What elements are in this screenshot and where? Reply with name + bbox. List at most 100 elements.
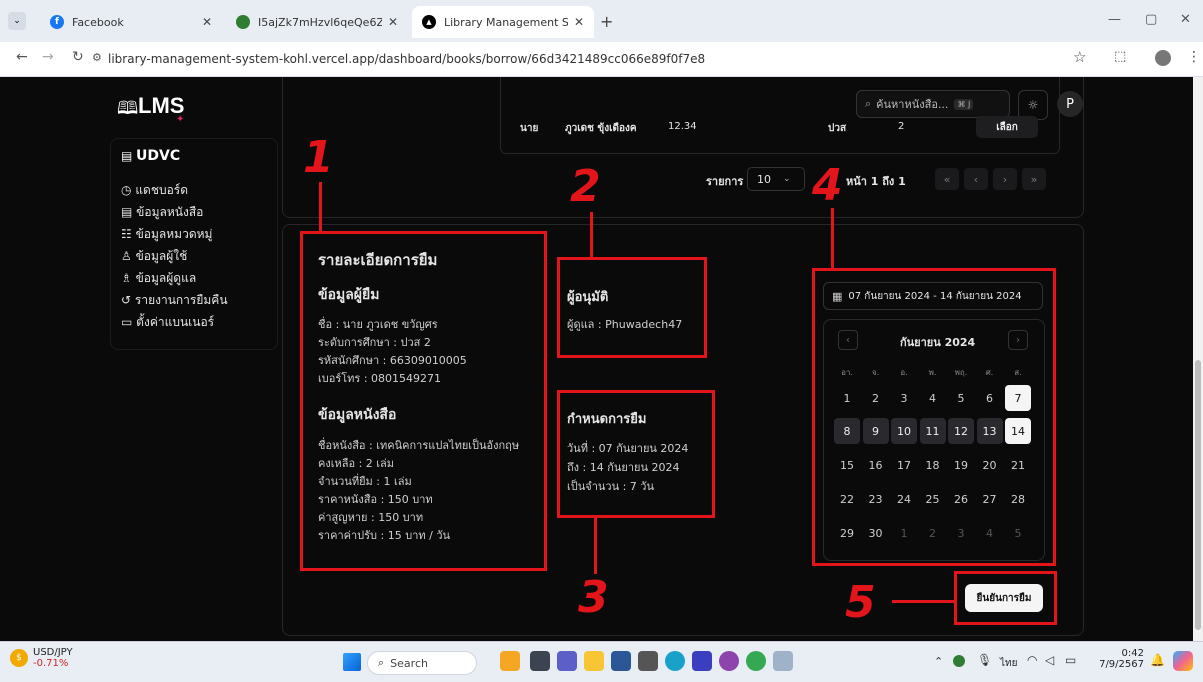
- sidebar-item-users[interactable]: ♙ ข้อมูลผู้ใช้: [121, 247, 187, 266]
- table-cell: ภูวเดช ขุ้งเดืองค: [565, 123, 637, 134]
- book-icon: ▤: [121, 205, 133, 219]
- user-icon: ♙: [121, 249, 132, 263]
- table-cell: นาย: [520, 123, 539, 134]
- browser-menu-icon[interactable]: ⋮: [1187, 49, 1201, 65]
- ticker-widget[interactable]: $ USD/JPY -0.71%: [10, 647, 73, 669]
- table-cell: 12.34: [668, 121, 697, 132]
- sidebar-item-report[interactable]: ↺ รายงานการยืมคืน: [121, 291, 228, 310]
- sidebar-item-label: ข้อมูลผู้ดูแล: [135, 271, 197, 285]
- battery-icon[interactable]: ▭: [1065, 653, 1076, 667]
- annotation-line-5: [892, 600, 955, 603]
- sidebar-item-label: ข้อมูลหนังสือ: [136, 205, 204, 219]
- clock-icon: ◷: [121, 183, 132, 197]
- sidebar-item-label: ข้อมูลหมวดหมู่: [135, 227, 213, 241]
- annotation-number-1: 1: [303, 132, 334, 183]
- extensions-icon[interactable]: ⬚: [1114, 49, 1126, 64]
- back-icon[interactable]: ←: [16, 49, 28, 65]
- sidebar-item-label: ข้อมูลผู้ใช้: [135, 249, 188, 263]
- volume-icon[interactable]: ◁: [1045, 653, 1054, 667]
- browser-tab-bar: ⌄ f Facebook ✕ I5ajZk7mHzvl6qeQe6ZbEo3Rb…: [0, 0, 1203, 42]
- sidebar-item-label: รายงานการยืมคืน: [134, 293, 228, 307]
- page-scrollbar-thumb[interactable]: [1195, 360, 1201, 630]
- ticker-icon: $: [10, 649, 28, 667]
- app-icon-3[interactable]: [773, 651, 793, 671]
- annotation-number-5: 5: [845, 577, 876, 628]
- app-icon-2[interactable]: [719, 651, 739, 671]
- search-icon: ⌕: [378, 656, 385, 669]
- close-window-icon[interactable]: ✕: [1180, 12, 1191, 27]
- tab-facebook[interactable]: f Facebook ✕: [40, 6, 222, 38]
- forward-icon[interactable]: →: [42, 49, 54, 65]
- last-page-button[interactable]: »: [1022, 168, 1046, 190]
- minimize-icon[interactable]: —: [1108, 12, 1121, 27]
- tray-app-icon[interactable]: [953, 655, 965, 667]
- wifi-icon[interactable]: ◠: [1027, 653, 1037, 667]
- bookmark-star-icon[interactable]: ☆: [1073, 48, 1086, 66]
- chat-icon[interactable]: [557, 651, 577, 671]
- table-cell: ปวส: [828, 123, 847, 134]
- start-button[interactable]: [343, 653, 361, 671]
- close-tab-icon[interactable]: ✕: [388, 15, 398, 29]
- users-icon: ♗: [121, 271, 132, 285]
- annotation-box-1: [300, 231, 547, 571]
- annotation-number-2: 2: [570, 161, 601, 212]
- new-tab-button[interactable]: +: [600, 12, 613, 31]
- table-cell: 2: [898, 121, 905, 132]
- sidebar-item-books[interactable]: ▤ ข้อมูลหนังสือ: [121, 203, 203, 222]
- rows-per-page-select[interactable]: 10 ⌄: [747, 167, 805, 191]
- sidebar-item-label: ตั้งค่าแบนเนอร์: [136, 315, 215, 329]
- sidebar-item-categories[interactable]: ☷ ข้อมูลหมวดหมู่: [121, 225, 212, 244]
- input-language[interactable]: ไทย: [1000, 656, 1017, 671]
- app-icon[interactable]: [638, 651, 658, 671]
- chevron-down-icon: ⌄: [783, 174, 791, 184]
- org-icon: ▤: [121, 149, 133, 163]
- clock-widget[interactable]: 0:42 7/9/2567: [1090, 648, 1144, 670]
- site-info-icon[interactable]: ⚙: [92, 51, 102, 64]
- select-row-button[interactable]: เลือก: [976, 116, 1038, 138]
- clock-date: 7/9/2567: [1099, 659, 1144, 670]
- reload-icon[interactable]: ↻: [72, 49, 84, 65]
- annotation-line-1: [319, 182, 322, 232]
- users-table: [500, 77, 1060, 154]
- widgets-icon[interactable]: [500, 651, 520, 671]
- tray-chevron-icon[interactable]: ⌃: [934, 655, 943, 668]
- category-icon: ☷: [121, 227, 132, 241]
- maximize-icon[interactable]: ▢: [1145, 12, 1157, 27]
- annotation-box-2: [557, 257, 707, 358]
- logo-sparkle-icon: ✦: [176, 114, 185, 125]
- copilot-icon[interactable]: [1173, 651, 1193, 671]
- sidebar-org: UDVC: [136, 148, 181, 164]
- sidebar-item-banner[interactable]: ▭ ตั้งค่าแบนเนอร์: [121, 313, 214, 332]
- tab-token[interactable]: I5ajZk7mHzvl6qeQe6ZbEo3RbF ✕: [226, 6, 408, 38]
- rows-per-page-value: 10: [757, 172, 771, 186]
- close-tab-icon[interactable]: ✕: [202, 15, 212, 29]
- notification-bell-icon[interactable]: 🔔: [1150, 653, 1165, 667]
- microphone-icon[interactable]: 🎙: [977, 653, 992, 667]
- prev-page-button[interactable]: ‹: [964, 168, 988, 190]
- banner-icon: ▭: [121, 315, 133, 329]
- tab-library[interactable]: ▲ Library Management System ✕: [412, 6, 594, 38]
- file-explorer-icon[interactable]: [584, 651, 604, 671]
- annotation-line-3: [594, 518, 597, 574]
- store-icon[interactable]: [611, 651, 631, 671]
- task-view-icon[interactable]: [530, 651, 550, 671]
- profile-avatar[interactable]: [1155, 50, 1171, 66]
- edge-icon[interactable]: [665, 651, 685, 671]
- taskbar-search-label: Search: [390, 656, 428, 670]
- close-tab-icon[interactable]: ✕: [574, 15, 584, 29]
- url-field[interactable]: library-management-system-kohl.vercel.ap…: [108, 48, 1068, 70]
- taskbar-search[interactable]: ⌕ Search: [367, 651, 477, 675]
- annotation-number-4: 4: [812, 160, 843, 211]
- book-logo-icon: 🕮: [117, 98, 139, 119]
- tab-title: I5ajZk7mHzvl6qeQe6ZbEo3RbF: [258, 15, 382, 29]
- annotation-box-4: [812, 268, 1056, 566]
- ticker-change: -0.71%: [33, 658, 69, 669]
- sidebar-item-dashboard[interactable]: ◷ แดชบอร์ด: [121, 181, 188, 200]
- chrome-icon[interactable]: [746, 651, 766, 671]
- first-page-button[interactable]: «: [935, 168, 959, 190]
- tab-list-button[interactable]: ⌄: [8, 12, 26, 30]
- vscode-icon[interactable]: [692, 651, 712, 671]
- next-page-button[interactable]: ›: [993, 168, 1017, 190]
- clock-time: 0:42: [1121, 648, 1144, 659]
- sidebar-item-admins[interactable]: ♗ ข้อมูลผู้ดูแล: [121, 269, 196, 288]
